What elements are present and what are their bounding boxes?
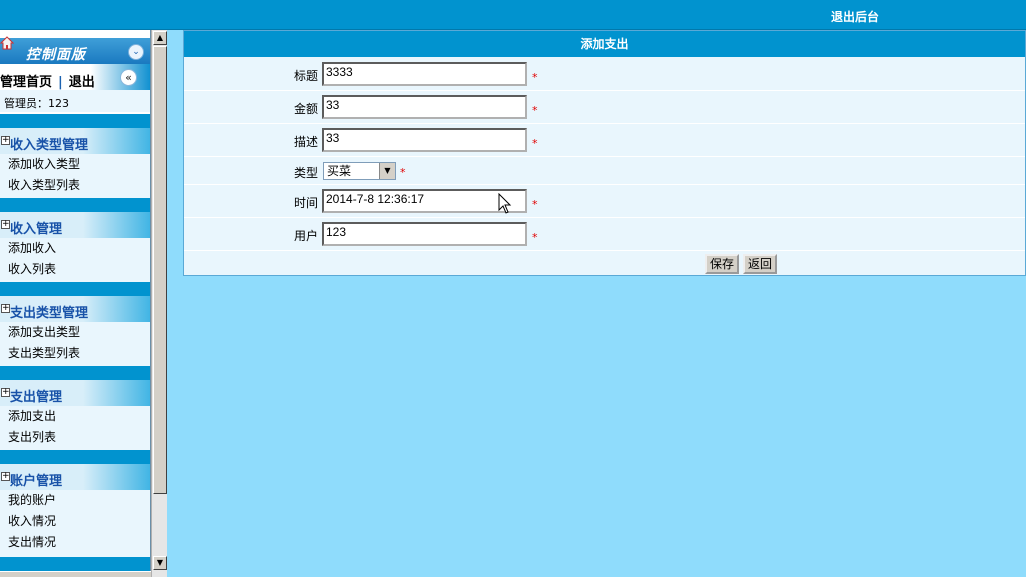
menu-group-title: 支出类型管理 — [10, 306, 89, 321]
expand-plus-icon[interactable]: + — [1, 220, 10, 229]
sidebar-scrollbar[interactable]: ▲ ▼ — [151, 30, 167, 577]
form-row-time: 时间 2014-7-8 12:36:17 * — [184, 185, 1025, 218]
form-row-type: 类型 买菜 ▼ * — [184, 157, 1025, 185]
expand-plus-icon[interactable]: + — [1, 472, 10, 481]
left-frame: 控制面版 ⌄ 管理首页 | 退出 « 管理员：123 + 收入类型管理 添加收入类型… — [0, 30, 167, 577]
form-row-description: 描述 33 * — [184, 124, 1025, 157]
time-label: 时间 — [293, 196, 318, 210]
menu-group-expense-type: + 支出类型管理 添加支出类型 支出类型列表 — [0, 282, 150, 368]
top-bar: 退出后台 — [0, 0, 1026, 30]
required-mark: * — [532, 198, 538, 211]
link-separator: | — [58, 75, 63, 90]
control-panel-title: 控制面版 — [26, 47, 86, 63]
menu-group-account: + 账户管理 我的账户 收入情况 支出情况 — [0, 450, 150, 577]
form-row-title: 标题 3333 * — [184, 58, 1025, 91]
type-select[interactable]: 买菜 ▼ — [323, 162, 396, 180]
menu-group-header[interactable]: + 支出类型管理 — [0, 296, 150, 322]
description-input[interactable]: 33 — [322, 128, 527, 152]
menu-item-add-expense-type[interactable]: 添加支出类型 — [0, 322, 150, 343]
back-button[interactable]: 返回 — [743, 254, 778, 274]
user-input[interactable]: 123 — [322, 222, 527, 246]
home-icon — [0, 36, 14, 50]
required-mark: * — [532, 71, 538, 84]
menu-group-income: + 收入管理 添加收入 收入列表 — [0, 198, 150, 284]
menu-group-title: 收入类型管理 — [10, 138, 89, 153]
type-select-value: 买菜 — [327, 164, 352, 178]
double-chevron-left-icon[interactable]: « — [120, 69, 137, 86]
home-link[interactable]: 管理首页 — [0, 75, 52, 90]
menu-group-expense: + 支出管理 添加支出 支出列表 — [0, 366, 150, 452]
menu-item-add-income[interactable]: 添加收入 — [0, 238, 150, 259]
expand-plus-icon[interactable]: + — [1, 388, 10, 397]
menu-item-my-account[interactable]: 我的账户 — [0, 490, 150, 511]
add-expense-form: 添加支出 标题 3333 * 金额 33 * 描述 33 * 类型 买菜 ▼ *… — [183, 30, 1026, 276]
sidebar-menu: 控制面版 ⌄ 管理首页 | 退出 « 管理员：123 + 收入类型管理 添加收入类型… — [0, 30, 151, 577]
menu-item-expense-list[interactable]: 支出列表 — [0, 427, 150, 448]
amount-label: 金额 — [293, 102, 318, 116]
scrollbar-thumb[interactable] — [153, 46, 167, 494]
menu-item-income-status[interactable]: 收入情况 — [0, 511, 150, 532]
title-input[interactable]: 3333 — [322, 62, 527, 86]
control-panel-header: 控制面版 ⌄ — [0, 36, 150, 64]
menu-group-header[interactable]: + 收入类型管理 — [0, 128, 150, 154]
form-row-user: 用户 123 * — [184, 218, 1025, 251]
menu-item-add-expense[interactable]: 添加支出 — [0, 406, 150, 427]
scroll-up-arrow-icon[interactable]: ▲ — [153, 31, 167, 45]
expand-plus-icon[interactable]: + — [1, 304, 10, 313]
menu-item-add-income-type[interactable]: 添加收入类型 — [0, 154, 150, 175]
admin-text: 管理员：123 — [4, 97, 69, 110]
menu-group-income-type: + 收入类型管理 添加收入类型 收入类型列表 — [0, 114, 150, 200]
required-mark: * — [400, 166, 406, 179]
logout-backend-link[interactable]: 退出后台 — [831, 8, 879, 25]
mouse-cursor-icon — [498, 193, 512, 214]
menu-item-expense-status[interactable]: 支出情况 — [0, 532, 150, 553]
menu-item-income-list[interactable]: 收入列表 — [0, 259, 150, 280]
required-mark: * — [532, 104, 538, 117]
description-label: 描述 — [293, 135, 318, 149]
menu-group-header[interactable]: + 支出管理 — [0, 380, 150, 406]
dropdown-arrow-icon[interactable]: ▼ — [379, 163, 395, 179]
menu-item-income-type-list[interactable]: 收入类型列表 — [0, 175, 150, 196]
menu-group-header[interactable]: + 收入管理 — [0, 212, 150, 238]
user-label: 用户 — [293, 229, 318, 243]
save-button[interactable]: 保存 — [705, 254, 740, 274]
collapse-icon[interactable]: ⌄ — [128, 44, 144, 60]
menu-group-title: 收入管理 — [10, 222, 63, 237]
type-label: 类型 — [293, 166, 318, 180]
amount-input[interactable]: 33 — [322, 95, 527, 119]
logout-link[interactable]: 退出 — [69, 75, 95, 90]
form-row-amount: 金额 33 * — [184, 91, 1025, 124]
menu-group-header[interactable]: + 账户管理 — [0, 464, 150, 490]
horizontal-scrollbar[interactable] — [0, 571, 151, 577]
admin-info: 管理员：123 — [0, 90, 150, 112]
form-title: 添加支出 — [184, 31, 1025, 57]
time-input[interactable]: 2014-7-8 12:36:17 — [322, 189, 527, 213]
quick-links: 管理首页 | 退出 « — [0, 64, 150, 90]
title-label: 标题 — [293, 69, 318, 83]
expand-plus-icon[interactable]: + — [1, 136, 10, 145]
menu-group-title: 账户管理 — [10, 474, 63, 489]
menu-item-expense-type-list[interactable]: 支出类型列表 — [0, 343, 150, 364]
menu-group-title: 支出管理 — [10, 390, 63, 405]
scroll-down-arrow-icon[interactable]: ▼ — [153, 556, 167, 570]
required-mark: * — [532, 137, 538, 150]
required-mark: * — [532, 231, 538, 244]
